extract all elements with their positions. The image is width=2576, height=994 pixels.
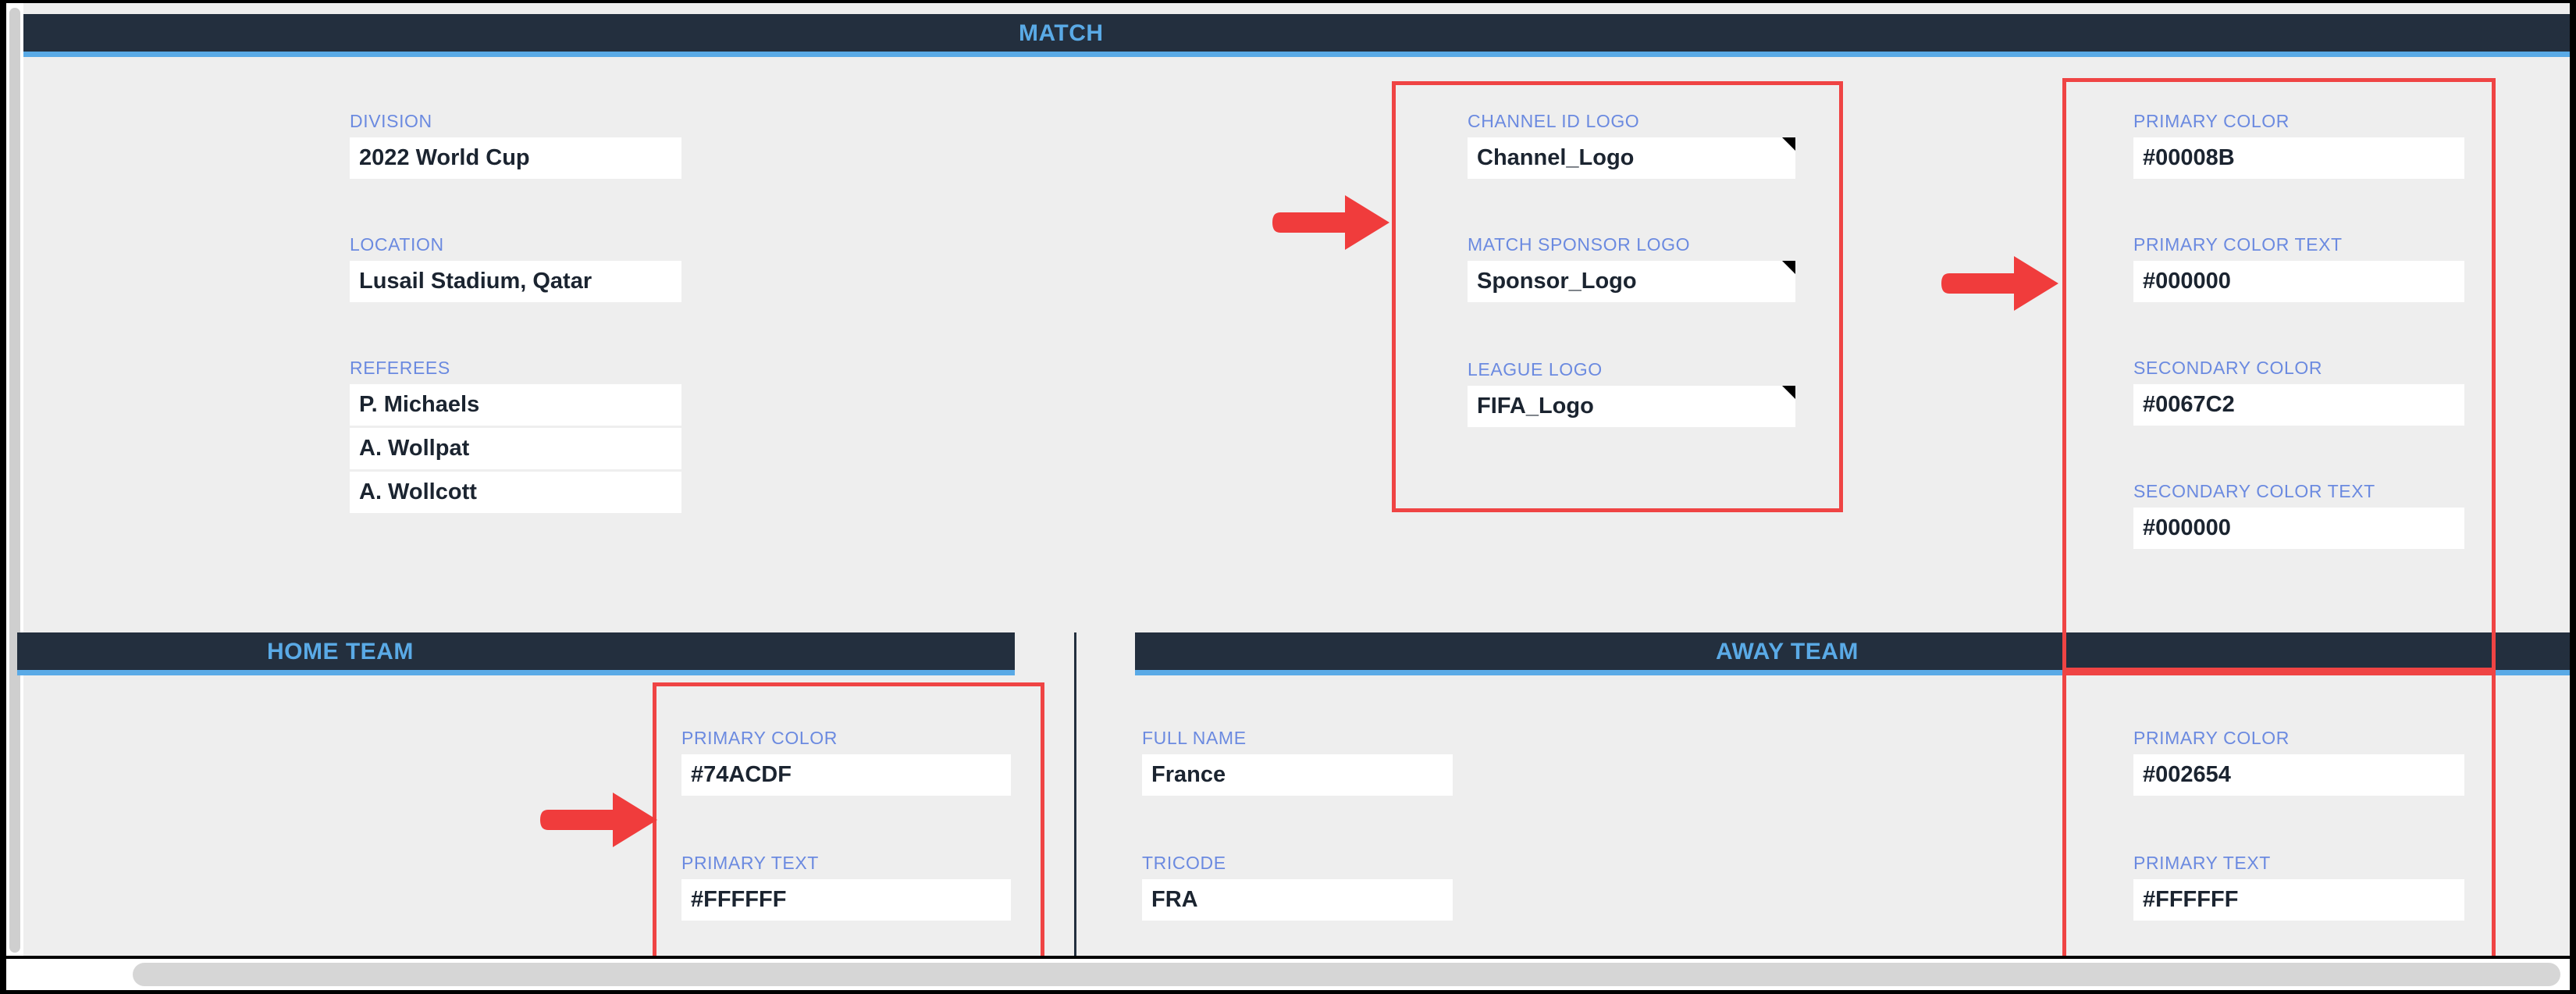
screenshot-viewport: MATCH DIVISION 2022 World Cup LOCATION L… (0, 0, 2576, 994)
home-team-section-header: HOME TEAM (17, 632, 1015, 670)
field-match-sponsor-logo-dropdown[interactable]: Sponsor_Logo (1468, 261, 1795, 302)
field-away-primary-text: PRIMARY TEXT #FFFFFF (2133, 854, 2464, 921)
horizontal-scrollbar-track[interactable] (6, 959, 2570, 990)
field-referees-row-3[interactable]: A. Wollcott (350, 472, 681, 513)
field-referees-row-1[interactable]: P. Michaels (350, 384, 681, 426)
field-match-primary-color-text-label: PRIMARY COLOR TEXT (2133, 234, 2343, 255)
field-away-primary-color-input[interactable]: #002654 (2133, 754, 2464, 796)
field-home-primary-text: PRIMARY TEXT #FFFFFF (681, 854, 1011, 921)
match-section-header: MATCH (23, 14, 2570, 52)
left-scroll-gutter[interactable] (6, 3, 23, 956)
field-home-primary-color-input[interactable]: #74ACDF (681, 754, 1011, 796)
away-team-section-underline (1135, 670, 2570, 675)
field-match-secondary-color-input[interactable]: #0067C2 (2133, 384, 2464, 426)
field-division: DIVISION 2022 World Cup (350, 112, 681, 179)
match-section-title: MATCH (1019, 20, 1104, 46)
field-match-primary-color-input[interactable]: #00008B (2133, 137, 2464, 179)
field-away-primary-color-label: PRIMARY COLOR (2133, 728, 2290, 748)
field-home-primary-text-input[interactable]: #FFFFFF (681, 879, 1011, 921)
field-away-tricode-input[interactable]: FRA (1142, 879, 1453, 921)
field-division-label: DIVISION (350, 111, 432, 131)
field-match-primary-color-label: PRIMARY COLOR (2133, 111, 2290, 131)
field-away-tricode: TRICODE FRA (1142, 854, 1453, 921)
field-away-primary-color: PRIMARY COLOR #002654 (2133, 729, 2464, 796)
field-home-primary-color: PRIMARY COLOR #74ACDF (681, 729, 1011, 796)
field-match-primary-color: PRIMARY COLOR #00008B (2133, 112, 2464, 179)
field-away-full-name: FULL NAME France (1142, 729, 1453, 796)
field-home-primary-color-label: PRIMARY COLOR (681, 728, 838, 748)
field-channel-id-logo: CHANNEL ID LOGO Channel_Logo (1468, 112, 1795, 179)
field-location-label: LOCATION (350, 234, 444, 255)
field-location: LOCATION Lusail Stadium, Qatar (350, 236, 681, 302)
field-match-primary-color-text-input[interactable]: #000000 (2133, 261, 2464, 302)
field-channel-id-logo-dropdown[interactable]: Channel_Logo (1468, 137, 1795, 179)
team-column-divider (1074, 632, 1076, 956)
field-match-secondary-color-text-input[interactable]: #000000 (2133, 508, 2464, 549)
away-team-section-title: AWAY TEAM (1716, 639, 1859, 664)
field-match-secondary-color-text: SECONDARY COLOR TEXT #000000 (2133, 483, 2464, 549)
home-team-section-underline (17, 670, 1015, 675)
field-match-secondary-color-label: SECONDARY COLOR (2133, 358, 2323, 378)
field-division-input[interactable]: 2022 World Cup (350, 137, 681, 179)
field-away-tricode-label: TRICODE (1142, 853, 1226, 873)
field-match-secondary-color-text-label: SECONDARY COLOR TEXT (2133, 481, 2375, 501)
field-away-full-name-label: FULL NAME (1142, 728, 1247, 748)
field-match-secondary-color: SECONDARY COLOR #0067C2 (2133, 359, 2464, 426)
match-section-underline (23, 52, 2570, 57)
field-away-primary-text-input[interactable]: #FFFFFF (2133, 879, 2464, 921)
vertical-scrollbar-thumb[interactable] (9, 8, 20, 953)
field-league-logo-dropdown[interactable]: FIFA_Logo (1468, 386, 1795, 427)
app-canvas: MATCH DIVISION 2022 World Cup LOCATION L… (6, 3, 2570, 956)
field-match-sponsor-logo: MATCH SPONSOR LOGO Sponsor_Logo (1468, 236, 1795, 302)
field-home-primary-text-label: PRIMARY TEXT (681, 853, 819, 873)
field-away-primary-text-label: PRIMARY TEXT (2133, 853, 2271, 873)
field-league-logo: LEAGUE LOGO FIFA_Logo (1468, 361, 1795, 427)
field-referees-row-2[interactable]: A. Wollpat (350, 428, 681, 469)
field-league-logo-label: LEAGUE LOGO (1468, 359, 1603, 379)
away-team-section-header: AWAY TEAM (1135, 632, 2570, 670)
home-team-section-title: HOME TEAM (267, 639, 414, 664)
field-referees: REFEREES P. Michaels A. Wollpat A. Wollc… (350, 359, 681, 515)
field-location-input[interactable]: Lusail Stadium, Qatar (350, 261, 681, 302)
field-referees-label: REFEREES (350, 358, 450, 378)
horizontal-scrollbar-thumb[interactable] (133, 963, 2560, 986)
field-away-full-name-input[interactable]: France (1142, 754, 1453, 796)
field-match-sponsor-logo-label: MATCH SPONSOR LOGO (1468, 234, 1691, 255)
field-channel-id-logo-label: CHANNEL ID LOGO (1468, 111, 1640, 131)
field-match-primary-color-text: PRIMARY COLOR TEXT #000000 (2133, 236, 2464, 302)
